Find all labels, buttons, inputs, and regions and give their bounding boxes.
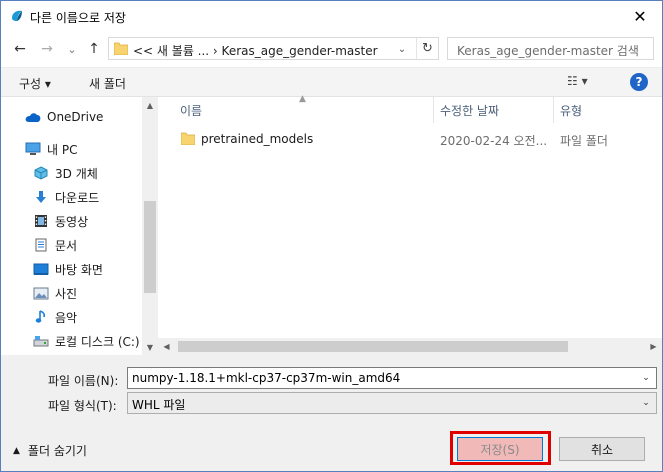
chevron-down-icon: ⌄	[67, 42, 77, 56]
view-options-button[interactable]: ☷ ▾	[567, 74, 603, 92]
filetype-dropdown-button[interactable]: ⌄	[638, 395, 654, 411]
sidebar-item-label: 3D 개체	[55, 166, 98, 181]
organize-button[interactable]: 구성 ▾	[19, 75, 51, 92]
filetype-select[interactable]: WHL 파일 ⌄	[127, 392, 657, 414]
toolbar: 구성 ▾ 새 폴더 ☷ ▾ ?	[1, 67, 662, 97]
filetype-value: WHL 파일	[132, 398, 186, 412]
cube-icon	[33, 165, 49, 181]
sidebar-item-onedrive[interactable]: OneDrive	[25, 107, 103, 127]
hide-folders-button[interactable]: ▲ 폴더 숨기기	[13, 442, 87, 459]
scrollbar-thumb[interactable]	[178, 341, 568, 352]
file-list: ▲ 이름 수정한 날짜 유형 pretrained_models 2020-02…	[158, 94, 662, 355]
address-bar[interactable]: << 새 볼륨 ... › Keras_age_gender-master ⌄ …	[108, 37, 439, 60]
navigation-bar: ← → ⌄ ↑ << 새 볼륨 ... › Keras_age_gender-m…	[1, 31, 662, 67]
sidebar-item-label: 사진	[55, 286, 78, 301]
scroll-up-icon[interactable]: ▲	[142, 97, 158, 113]
sidebar-item-label: 바탕 화면	[55, 262, 103, 277]
chevron-up-icon: ▲	[13, 445, 20, 456]
sidebar-item-label: 로컬 디스크 (C:)	[55, 334, 140, 349]
folder-icon	[114, 42, 128, 55]
search-box[interactable]: Keras_age_gender-master 검색	[447, 37, 654, 60]
sidebar-item-music[interactable]: 음악	[33, 307, 77, 327]
recent-locations-button[interactable]: ⌄	[63, 40, 81, 58]
folder-icon	[181, 132, 195, 145]
film-icon	[33, 213, 49, 229]
filename-input[interactable]: numpy-1.18.1+mkl-cp37-cp37m-win_amd64	[132, 371, 400, 385]
filename-label: 파일 이름(N):	[48, 374, 119, 388]
new-folder-button[interactable]: 새 폴더	[89, 75, 126, 92]
save-as-dialog: 다른 이름으로 저장 ✕ ← → ⌄ ↑ << 새 볼륨 ... › Keras…	[0, 0, 663, 472]
app-icon	[12, 10, 22, 21]
sidebar-item-3d-objects[interactable]: 3D 개체	[33, 163, 98, 183]
pictures-icon	[33, 285, 49, 301]
forward-arrow-icon: →	[41, 41, 53, 57]
scroll-right-icon[interactable]: ▶	[645, 338, 662, 355]
table-row[interactable]: pretrained_models 2020-02-24 오전... 파일 폴더	[177, 128, 657, 150]
file-modified: 2020-02-24 오전...	[440, 134, 548, 148]
sidebar-item-label: 문서	[55, 238, 78, 253]
sidebar-item-desktop[interactable]: 바탕 화면	[33, 259, 103, 279]
filename-field[interactable]: numpy-1.18.1+mkl-cp37-cp37m-win_amd64 ⌄	[127, 367, 657, 389]
file-type: 파일 폴더	[560, 134, 608, 148]
refresh-button[interactable]: ↻	[416, 38, 438, 59]
sidebar-item-label: 음악	[55, 310, 78, 325]
column-header-modified[interactable]: 수정한 날짜	[440, 97, 499, 123]
chevron-down-icon: ⌄	[642, 398, 650, 408]
scroll-down-icon[interactable]: ▼	[142, 339, 158, 355]
desktop-icon	[33, 261, 49, 277]
close-icon: ✕	[633, 6, 647, 26]
close-button[interactable]: ✕	[618, 1, 662, 31]
cloud-icon	[25, 109, 41, 125]
column-header-type[interactable]: 유형	[560, 97, 582, 123]
up-arrow-icon: ↑	[88, 41, 100, 57]
search-input[interactable]: Keras_age_gender-master 검색	[457, 42, 639, 59]
title-bar: 다른 이름으로 저장 ✕	[1, 1, 662, 31]
scroll-left-icon[interactable]: ◀	[158, 338, 175, 355]
sidebar-item-documents[interactable]: 문서	[33, 235, 77, 255]
save-button[interactable]: 저장(S)	[457, 437, 543, 461]
sidebar-item-label: 동영상	[55, 214, 89, 229]
sidebar-item-label: 내 PC	[47, 142, 78, 157]
column-divider[interactable]	[433, 97, 434, 123]
forward-button[interactable]: →	[38, 40, 56, 58]
up-button[interactable]: ↑	[85, 40, 103, 58]
back-button[interactable]: ←	[11, 40, 29, 58]
drive-icon	[33, 333, 49, 349]
sidebar-item-downloads[interactable]: 다운로드	[33, 187, 99, 207]
refresh-icon: ↻	[422, 41, 433, 56]
navigation-pane: OneDrive 내 PC 3D 개체 다운로드 동영상 문서 바탕 화면 사진…	[1, 97, 158, 355]
cancel-button[interactable]: 취소	[559, 437, 645, 461]
address-path: << 새 볼륨 ... › Keras_age_gender-master	[133, 44, 378, 58]
sidebar-item-label: 다운로드	[55, 190, 100, 205]
window-title: 다른 이름으로 저장	[30, 11, 126, 25]
document-icon	[33, 237, 49, 253]
navigation-pane-scrollbar[interactable]: ▲ ▼	[142, 97, 158, 355]
computer-icon	[25, 141, 41, 157]
filetype-label: 파일 형식(T):	[48, 399, 117, 413]
back-arrow-icon: ←	[14, 41, 26, 57]
sidebar-item-pictures[interactable]: 사진	[33, 283, 77, 303]
file-name: pretrained_models	[201, 132, 314, 146]
sort-ascending-icon: ▲	[299, 94, 306, 104]
column-header-name[interactable]: 이름	[180, 97, 202, 123]
help-icon: ?	[635, 75, 643, 89]
hide-folders-label: 폴더 숨기기	[27, 444, 87, 458]
help-button[interactable]: ?	[630, 73, 648, 91]
scrollbar-thumb[interactable]	[144, 201, 156, 293]
download-icon	[33, 189, 49, 205]
sidebar-item-this-pc[interactable]: 내 PC	[25, 139, 77, 159]
address-dropdown-button[interactable]: ⌄	[393, 40, 411, 58]
music-icon	[33, 309, 49, 325]
sidebar-item-label: OneDrive	[47, 110, 104, 124]
column-divider[interactable]	[553, 97, 554, 123]
chevron-down-icon: ⌄	[642, 373, 650, 383]
file-list-scrollbar[interactable]: ◀ ▶	[158, 338, 662, 355]
filename-dropdown-button[interactable]: ⌄	[638, 370, 654, 386]
sidebar-item-local-disk[interactable]: 로컬 디스크 (C:)	[33, 331, 140, 351]
chevron-down-icon: ⌄	[397, 43, 407, 55]
sidebar-item-videos[interactable]: 동영상	[33, 211, 88, 231]
